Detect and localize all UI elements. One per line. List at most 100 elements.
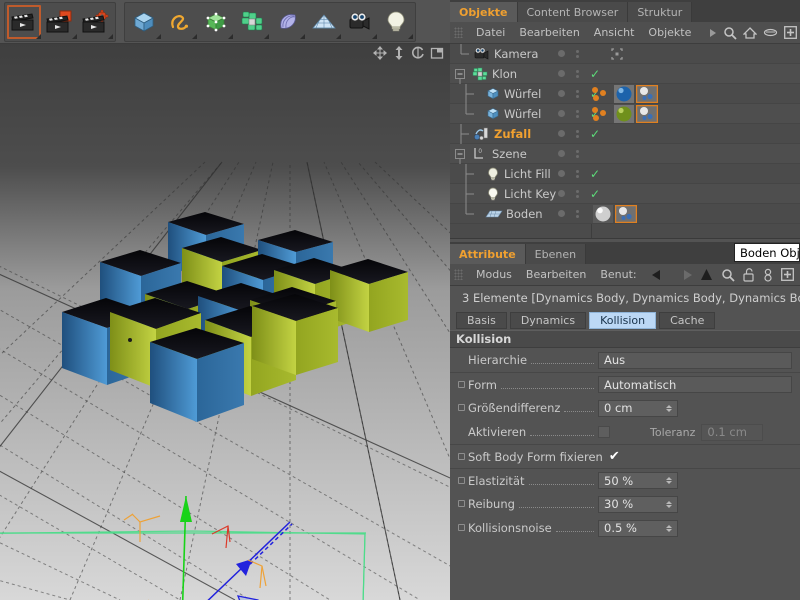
- arrow-right-icon[interactable]: [709, 28, 717, 38]
- bullet-icon[interactable]: [458, 404, 465, 411]
- bullet-icon[interactable]: [458, 477, 465, 484]
- mograph-tag-icon[interactable]: [590, 105, 612, 123]
- enabled-check-icon[interactable]: ✓: [590, 168, 600, 180]
- tab-objekte[interactable]: Objekte: [450, 2, 518, 22]
- visibility-dot[interactable]: [558, 130, 565, 137]
- dynamics-body-tag-icon[interactable]: [636, 85, 658, 103]
- subtab-kollision[interactable]: Kollision: [589, 312, 656, 329]
- menu-bearbeiten[interactable]: Bearbeiten: [512, 26, 586, 39]
- render-dots[interactable]: [576, 150, 579, 158]
- menu-modus[interactable]: Modus: [469, 268, 519, 281]
- panel-grip-icon[interactable]: [454, 27, 463, 38]
- user-icon[interactable]: [763, 268, 773, 282]
- object-row-szene[interactable]: 0 Szene: [450, 144, 800, 164]
- render-settings-button[interactable]: [78, 4, 114, 40]
- reibung-input[interactable]: 30 %: [598, 496, 678, 513]
- scene-objects-button[interactable]: [306, 4, 342, 40]
- object-row-zufall[interactable]: Zufall ✓: [450, 124, 800, 144]
- object-tags[interactable]: [590, 105, 658, 123]
- spinner-icon[interactable]: [666, 501, 672, 508]
- home-icon[interactable]: [743, 26, 757, 40]
- render-dots[interactable]: [576, 70, 579, 78]
- visibility-dot[interactable]: [558, 110, 565, 117]
- render-dots[interactable]: [576, 110, 579, 118]
- render-dots[interactable]: [576, 50, 579, 58]
- menu-ansicht[interactable]: Ansicht: [587, 26, 642, 39]
- menu-benutzerdaten[interactable]: Benut:: [593, 268, 643, 281]
- visibility-dot[interactable]: [558, 190, 565, 197]
- rotate-icon[interactable]: [411, 46, 425, 60]
- object-row-licht-fill[interactable]: Licht Fill ✓: [450, 164, 800, 184]
- expander-minus-icon[interactable]: [454, 64, 468, 84]
- back-arrow-icon[interactable]: [652, 269, 668, 281]
- enabled-check-icon[interactable]: ✓: [590, 188, 600, 200]
- form-select[interactable]: Automatisch: [598, 376, 792, 393]
- enabled-check-icon[interactable]: ✓: [590, 128, 600, 140]
- up-arrow-icon[interactable]: [700, 268, 713, 281]
- object-row-toggles[interactable]: ✓: [550, 164, 605, 183]
- bullet-icon[interactable]: [458, 500, 465, 507]
- render-dots[interactable]: [576, 210, 579, 218]
- groessendifferenz-input[interactable]: 0 cm: [598, 400, 678, 417]
- elastizitaet-input[interactable]: 50 %: [598, 472, 678, 489]
- object-row-wuerfel-blue[interactable]: Würfel ✓: [450, 84, 800, 104]
- visibility-dot[interactable]: [558, 90, 565, 97]
- subtab-cache[interactable]: Cache: [659, 312, 715, 329]
- object-manager-tree[interactable]: Kamera: [450, 44, 800, 239]
- menu-objekte[interactable]: Objekte: [641, 26, 698, 39]
- deformer-objects-button[interactable]: [270, 4, 306, 40]
- visibility-dot[interactable]: [558, 70, 565, 77]
- object-row-klon[interactable]: Klon ✓: [450, 64, 800, 84]
- eye-icon[interactable]: [763, 27, 778, 38]
- tab-struktur[interactable]: Struktur: [628, 2, 692, 22]
- object-row-licht-key[interactable]: Licht Key ✓: [450, 184, 800, 204]
- dynamics-body-tag-icon[interactable]: [636, 105, 658, 123]
- visibility-dot[interactable]: [558, 50, 565, 57]
- forward-arrow-icon[interactable]: [676, 269, 692, 281]
- material-tag-green-icon[interactable]: [614, 105, 634, 123]
- render-dots[interactable]: [576, 190, 579, 198]
- 3d-viewport[interactable]: [0, 44, 450, 600]
- visibility-dot[interactable]: [558, 170, 565, 177]
- panel-grip-icon[interactable]: [454, 269, 463, 280]
- enabled-check-icon[interactable]: ✓: [590, 68, 600, 80]
- object-row-toggles[interactable]: [550, 44, 605, 63]
- material-tag-grey-icon[interactable]: [593, 205, 613, 223]
- menu-bearbeiten[interactable]: Bearbeiten: [519, 268, 593, 281]
- plus-box-icon[interactable]: [781, 268, 794, 281]
- bullet-icon[interactable]: [458, 524, 465, 531]
- spinner-icon[interactable]: [666, 525, 672, 532]
- object-row-toggles[interactable]: ✓: [550, 124, 605, 143]
- kollisionsnoise-input[interactable]: 0.5 %: [598, 520, 678, 537]
- camera-object-button[interactable]: [342, 4, 378, 40]
- material-tag-blue-icon[interactable]: [614, 85, 634, 103]
- visibility-dot[interactable]: [558, 210, 565, 217]
- tab-ebenen[interactable]: Ebenen: [526, 244, 586, 264]
- light-object-button[interactable]: [378, 4, 414, 40]
- render-view-button[interactable]: [42, 4, 78, 40]
- nurbs-objects-button[interactable]: [198, 4, 234, 40]
- menu-datei[interactable]: Datei: [469, 26, 512, 39]
- bullet-icon[interactable]: [458, 381, 465, 388]
- spline-tools-button[interactable]: [162, 4, 198, 40]
- softbody-check-icon[interactable]: ✔: [609, 450, 620, 463]
- tab-content-browser[interactable]: Content Browser: [518, 2, 629, 22]
- render-dots[interactable]: [576, 130, 579, 138]
- render-dots[interactable]: [576, 90, 579, 98]
- object-row-wuerfel-green[interactable]: Würfel ✓: [450, 104, 800, 124]
- dynamics-body-tag-icon[interactable]: [615, 205, 637, 223]
- object-tags[interactable]: [593, 205, 637, 223]
- render-dots[interactable]: [576, 170, 579, 178]
- spinner-icon[interactable]: [666, 405, 672, 412]
- subtab-dynamics[interactable]: Dynamics: [510, 312, 586, 329]
- tab-attribute[interactable]: Attribute: [450, 244, 526, 264]
- mograph-tag-icon[interactable]: [590, 85, 612, 103]
- spinner-icon[interactable]: [666, 477, 672, 484]
- modeling-objects-button[interactable]: [234, 4, 270, 40]
- subtab-basis[interactable]: Basis: [456, 312, 507, 329]
- plus-box-icon[interactable]: [784, 26, 797, 39]
- hierarchie-select[interactable]: Aus: [598, 352, 792, 369]
- animation-play-button[interactable]: [6, 4, 42, 40]
- object-tags[interactable]: [590, 85, 658, 103]
- expander-minus-icon[interactable]: [454, 144, 468, 164]
